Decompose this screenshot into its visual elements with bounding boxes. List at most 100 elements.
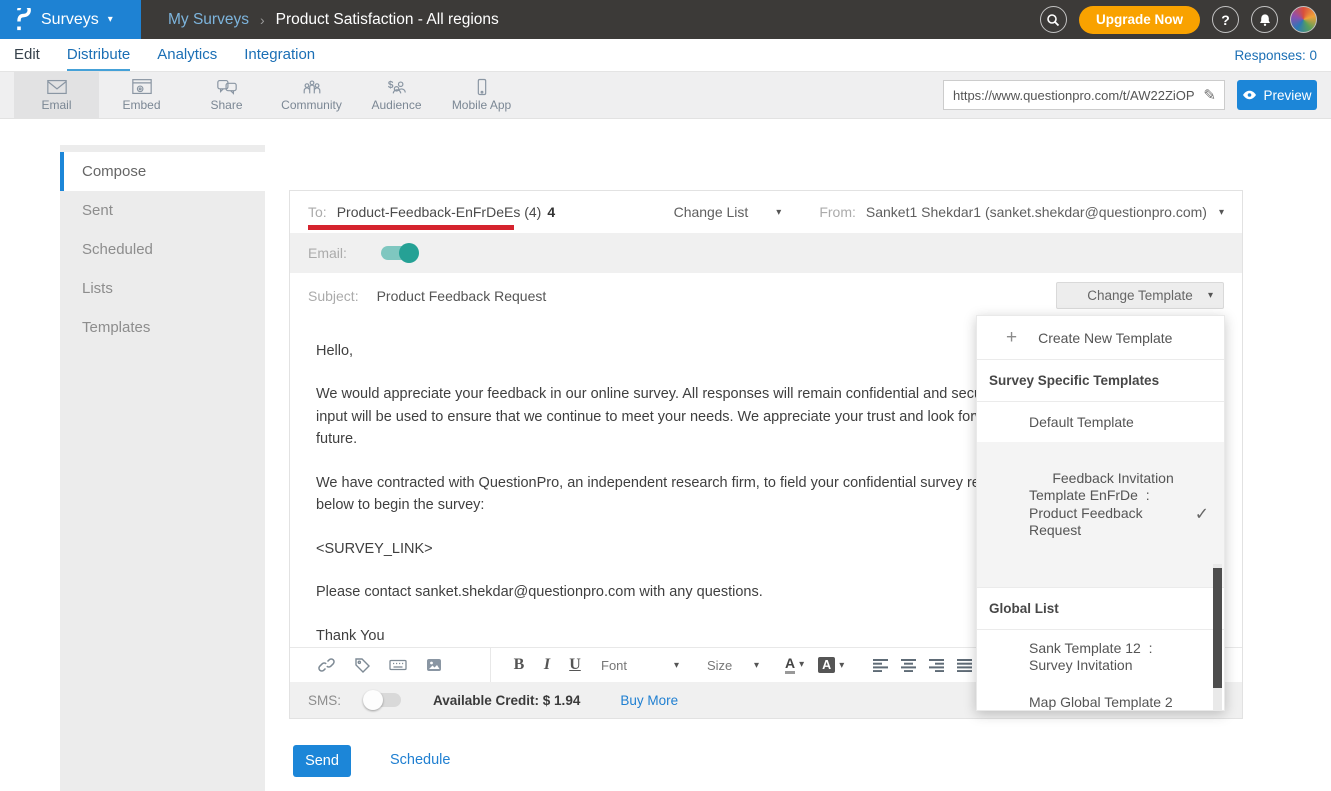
chevron-down-icon: ▾	[1219, 207, 1224, 218]
align-center-icon[interactable]	[894, 659, 922, 672]
email-sidebar: Compose Sent Scheduled Lists Templates	[60, 145, 265, 791]
background-color-icon: A	[818, 657, 835, 673]
chevron-down-icon: ▾	[776, 207, 781, 218]
send-button[interactable]: Send	[293, 745, 351, 777]
text-color-button[interactable]: A ▾	[785, 656, 804, 674]
share-icon	[216, 78, 238, 96]
template-item-selected[interactable]: Feedback Invitation Template EnFrDe : Pr…	[977, 442, 1224, 587]
chevron-down-icon: ▾	[1208, 290, 1213, 301]
template-item-global[interactable]: Map Global Template 2 : Survey Invitatio…	[977, 694, 1224, 712]
product-switcher[interactable]: Surveys ▾	[0, 0, 141, 39]
channel-tab-audience[interactable]: $ Audience	[354, 72, 439, 118]
chevron-down-icon: ▾	[754, 660, 759, 671]
survey-tab-nav: Edit Distribute Analytics Integration Re…	[0, 39, 1331, 72]
embed-icon	[131, 78, 153, 96]
mobile-app-icon	[471, 78, 493, 96]
svg-text:$: $	[387, 80, 393, 91]
chevron-down-icon: ▾	[799, 659, 804, 670]
toolbar-divider	[490, 648, 491, 682]
buy-more-link[interactable]: Buy More	[620, 693, 678, 708]
sidebar-item-scheduled[interactable]: Scheduled	[60, 230, 265, 269]
avatar[interactable]	[1290, 6, 1317, 33]
bell-icon	[1258, 13, 1272, 27]
sidebar-item-compose[interactable]: Compose	[60, 152, 265, 191]
align-left-icon[interactable]	[866, 659, 894, 672]
insert-image-icon[interactable]	[416, 658, 452, 672]
chevron-down-icon: ▾	[674, 660, 679, 671]
breadcrumb-my-surveys[interactable]: My Surveys	[168, 11, 249, 29]
underline-button[interactable]: U	[561, 656, 589, 674]
to-list-underline	[308, 225, 514, 230]
subject-label: Subject:	[308, 288, 359, 304]
tab-analytics[interactable]: Analytics	[157, 39, 217, 71]
eye-icon	[1242, 90, 1257, 100]
sidebar-item-templates[interactable]: Templates	[60, 308, 265, 347]
distribute-channel-bar: Email Embed Share	[0, 72, 1331, 119]
from-selector[interactable]: From: Sanket1 Shekdar1 (sanket.shekdar@q…	[819, 204, 1224, 220]
tab-edit[interactable]: Edit	[14, 39, 40, 71]
survey-url-input[interactable]	[944, 88, 1201, 103]
text-color-icon: A	[785, 656, 795, 674]
question-mark-icon: ?	[1221, 12, 1230, 28]
edit-url-icon[interactable]: ✎	[1201, 86, 1224, 104]
subject-value[interactable]: Product Feedback Request	[377, 288, 547, 304]
template-item-global[interactable]: Sank Template 12 : Survey Invitation	[977, 640, 1224, 674]
dropdown-scrollbar[interactable]	[1213, 564, 1222, 711]
audience-icon: $	[386, 78, 408, 96]
email-icon	[46, 78, 68, 96]
bold-button[interactable]: B	[505, 656, 533, 674]
change-template-button[interactable]: Change Template ▾	[1056, 282, 1224, 309]
sms-toggle[interactable]	[365, 693, 401, 707]
to-label: To:	[308, 204, 327, 220]
search-button[interactable]	[1040, 6, 1067, 33]
channel-tab-mobile-app[interactable]: Mobile App	[439, 72, 524, 118]
channel-tab-email[interactable]: Email	[14, 72, 99, 118]
help-button[interactable]: ?	[1212, 6, 1239, 33]
app-root: Surveys ▾ My Surveys › Product Satisfact…	[0, 0, 1331, 791]
survey-url-box: ✎	[943, 80, 1225, 110]
global-template-list: Sank Template 12 : Survey Invitation Map…	[977, 630, 1224, 712]
font-size-dropdown[interactable]: Size ▾	[707, 658, 759, 673]
breadcrumb: My Surveys › Product Satisfaction - All …	[168, 11, 499, 29]
merge-tag-icon[interactable]	[344, 657, 380, 673]
align-right-icon[interactable]	[922, 659, 950, 672]
search-icon	[1046, 13, 1060, 27]
sms-label: SMS:	[308, 693, 341, 708]
from-label: From:	[819, 204, 856, 220]
responses-count: Responses: 0	[1234, 48, 1317, 63]
schedule-link[interactable]: Schedule	[390, 752, 450, 768]
keyboard-icon[interactable]	[380, 658, 416, 672]
sidebar-item-lists[interactable]: Lists	[60, 269, 265, 308]
available-credit: Available Credit: $ 1.94	[433, 693, 580, 708]
plus-icon: +	[1006, 328, 1017, 347]
dropdown-scrollbar-thumb[interactable]	[1213, 568, 1222, 688]
to-list-value: Product-Feedback-EnFrDeEs (4)	[337, 204, 542, 220]
sidebar-item-sent[interactable]: Sent	[60, 191, 265, 230]
create-new-template-item[interactable]: + Create New Template	[977, 316, 1224, 359]
font-family-dropdown[interactable]: Font ▾	[601, 658, 679, 673]
tab-integration[interactable]: Integration	[244, 39, 315, 71]
upgrade-now-button[interactable]: Upgrade Now	[1079, 6, 1200, 34]
survey-templates-section-header: Survey Specific Templates	[977, 360, 1224, 401]
tab-distribute[interactable]: Distribute	[67, 39, 130, 71]
email-toggle-label: Email:	[308, 245, 347, 261]
italic-button[interactable]: I	[533, 656, 561, 674]
channel-tab-share[interactable]: Share	[184, 72, 269, 118]
change-list-dropdown[interactable]: Change List ▾	[674, 204, 782, 220]
questionpro-logo-icon	[13, 8, 32, 32]
check-icon: ✓	[1195, 504, 1209, 525]
align-justify-icon[interactable]	[950, 659, 978, 672]
top-header: Surveys ▾ My Surveys › Product Satisfact…	[0, 0, 1331, 39]
notifications-button[interactable]	[1251, 6, 1278, 33]
change-template-dropdown: + Create New Template Survey Specific Te…	[976, 315, 1225, 711]
community-icon	[301, 78, 323, 96]
template-item-default[interactable]: Default Template	[977, 402, 1224, 442]
insert-link-icon[interactable]	[308, 657, 344, 673]
subject-row: Subject: Product Feedback Request Change…	[290, 273, 1242, 318]
background-color-button[interactable]: A ▾	[818, 657, 844, 673]
page-title: Product Satisfaction - All regions	[276, 11, 499, 29]
channel-tab-community[interactable]: Community	[269, 72, 354, 118]
preview-button[interactable]: Preview	[1237, 80, 1317, 110]
channel-tab-embed[interactable]: Embed	[99, 72, 184, 118]
email-toggle[interactable]	[381, 246, 417, 260]
